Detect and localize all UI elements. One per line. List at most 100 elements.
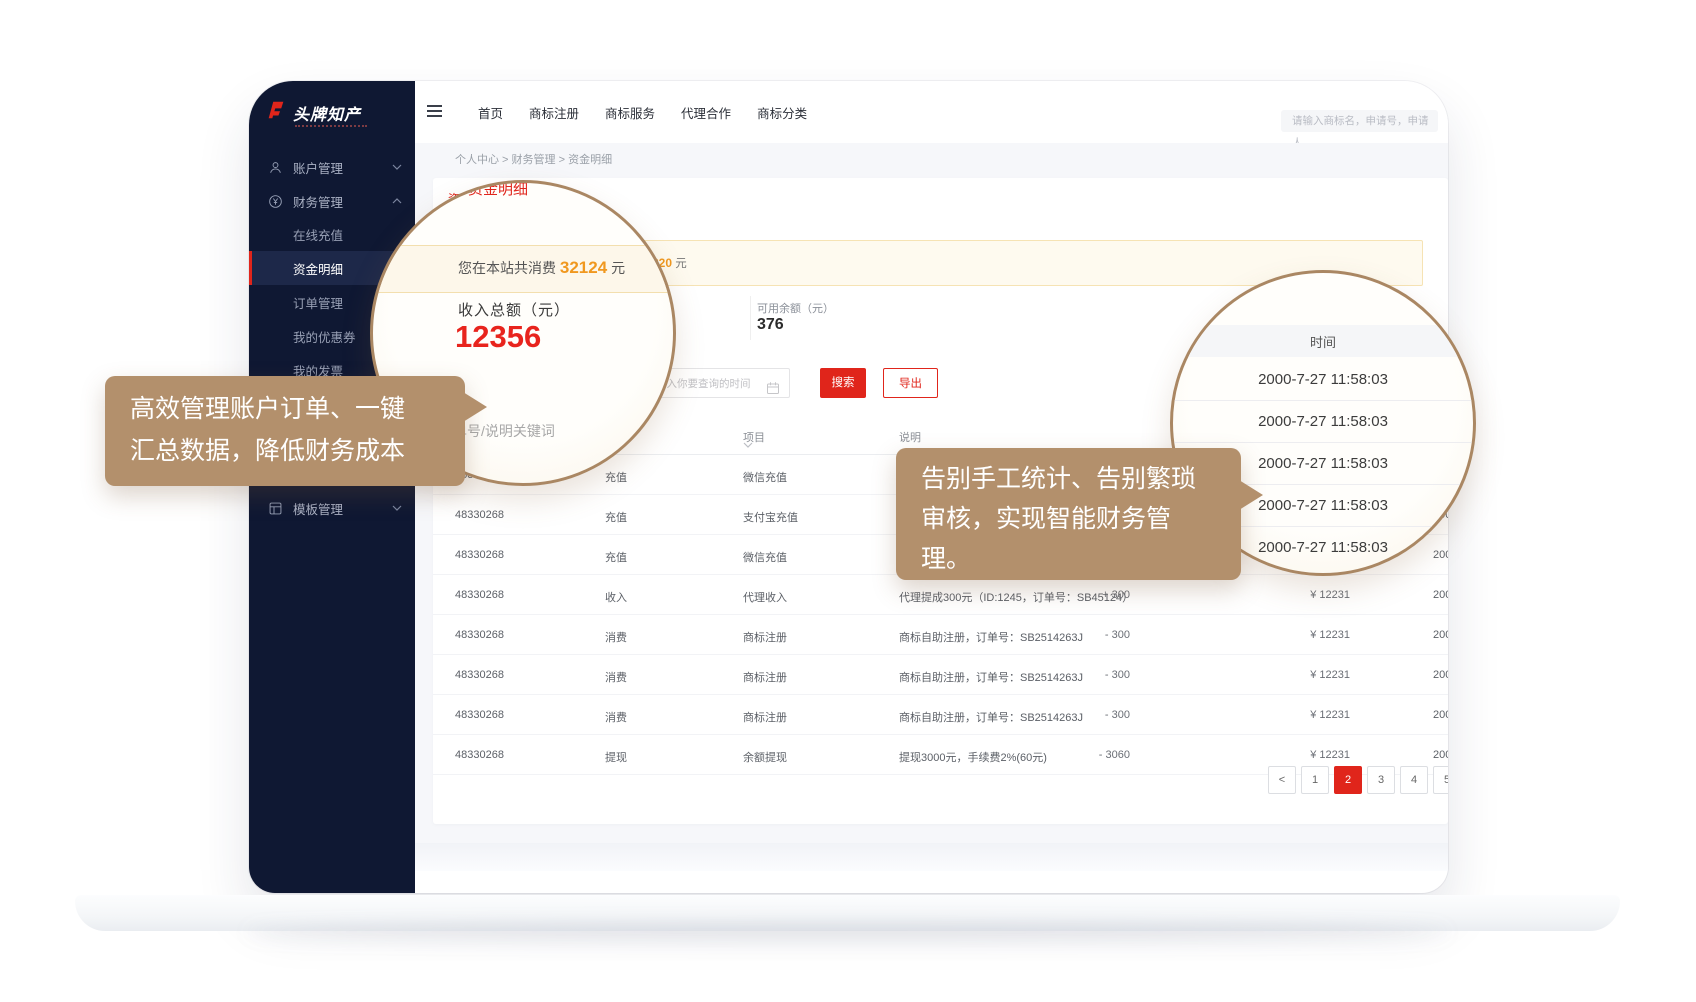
cell-balance: ¥ 12231 [1253, 749, 1350, 761]
cell-balance: ¥ 12231 [1253, 669, 1350, 681]
cell-time: 2000-7-27 11:58:03 [1433, 709, 1448, 721]
callout-arrow [463, 392, 487, 422]
callout-text-line: 审核，实现智能财务管 [921, 499, 1241, 539]
cell-order: 48330268 [455, 589, 504, 601]
cell-type: 收入 [605, 589, 627, 605]
callout-left: 高效管理账户订单、一键汇总数据，降低财务成本 [105, 376, 465, 486]
cell-project: 商标注册 [743, 669, 787, 685]
pagination: <12345 [433, 766, 1448, 792]
magnified-income-value: 12356 [455, 319, 541, 355]
table-row: 48330268收入代理收入代理提成300元（ID:1245，订单号：SB451… [433, 575, 1448, 615]
sidebar-item-label: 资金明细 [293, 259, 343, 278]
finance-icon [268, 194, 283, 209]
cell-type: 消费 [605, 629, 627, 645]
sidebar-item[interactable]: 模板管理 [249, 491, 415, 525]
cell-amount: - 300 [1053, 709, 1130, 721]
cell-order: 48330268 [455, 549, 504, 561]
top-navbar: 首页 商标注册 商标服务 代理合作 商标分类 请输入商标名，申请号，申请人 [415, 81, 1448, 143]
brand-logo: 头牌知产 [265, 99, 361, 126]
sidebar-item-label: 模板管理 [293, 499, 343, 518]
callout-text-line: 告别手工统计、告别繁琐 [921, 459, 1241, 499]
sort-icon [743, 442, 753, 448]
brand-logo-icon [265, 99, 287, 126]
magnified-time-value: 2000-7-27 11:58:03 [1173, 413, 1473, 430]
top-nav-items: 首页 商标注册 商标服务 代理合作 商标分类 [478, 81, 807, 143]
pagination-page[interactable]: 2 [1334, 766, 1362, 794]
magnified-banner-text: 您在本站共消费 32124 元 [458, 258, 625, 278]
cell-time: 2000-7-27 11:58:03 [1433, 589, 1448, 601]
pagination-page[interactable]: 1 [1301, 766, 1329, 794]
sidebar-item-label: 在线充值 [293, 225, 343, 244]
callout-text-line: 高效管理账户订单、一键 [130, 388, 465, 430]
cell-project: 余额提现 [743, 749, 787, 765]
table-row: 48330268消费商标注册商标自助注册，订单号：SB2514263J- 300… [433, 655, 1448, 695]
page-bottom-fade [415, 843, 1448, 871]
cell-project: 微信充值 [743, 549, 787, 565]
cell-balance: ¥ 12231 [1253, 709, 1350, 721]
balance-label: 可用余额（元） [757, 300, 834, 316]
cell-amount: - 3060 [1053, 749, 1130, 761]
pagination-page[interactable]: 3 [1367, 766, 1395, 794]
cell-order: 48330268 [455, 669, 504, 681]
chevron-up-icon [392, 198, 402, 204]
sidebar: 头牌知产 账户管理财务管理在线充值资金明细订单管理我的优惠券我的发票模板管理 [249, 81, 415, 893]
export-button[interactable]: 导出 [883, 368, 938, 398]
nav-item[interactable]: 代理合作 [681, 103, 731, 122]
cell-project: 代理收入 [743, 589, 787, 605]
cell-type: 充值 [605, 549, 627, 565]
cell-type: 充值 [605, 509, 627, 525]
cell-type: 充值 [605, 469, 627, 485]
calendar-icon [766, 377, 780, 391]
cell-project: 商标注册 [743, 709, 787, 725]
cell-type: 提现 [605, 749, 627, 765]
brand-logo-tagline [295, 125, 367, 127]
cell-project: 商标注册 [743, 629, 787, 645]
cell-time: 2000-7-27 11:58:03 [1433, 629, 1448, 641]
nav-item[interactable]: 商标服务 [605, 103, 655, 122]
cell-balance: ¥ 12231 [1253, 589, 1350, 601]
cell-desc: 提现3000元，手续费2%(60元) [899, 749, 1047, 765]
callout-text-line: 汇总数据，降低财务成本 [130, 430, 465, 472]
cell-amount: - 300 [1053, 629, 1130, 641]
pagination-page[interactable]: 4 [1400, 766, 1428, 794]
sidebar-item-label: 财务管理 [293, 192, 343, 211]
stats-divider [750, 296, 751, 340]
magnified-time-value: 2000-7-27 11:58:03 [1173, 371, 1473, 388]
table-header-cell: 说明 [899, 429, 921, 445]
template-icon [268, 501, 283, 516]
row-divider [1170, 400, 1476, 401]
nav-item[interactable]: 商标注册 [529, 103, 579, 122]
sidebar-item[interactable]: 账户管理 [249, 150, 415, 184]
cell-type: 消费 [605, 669, 627, 685]
cell-project: 微信充值 [743, 469, 787, 485]
pagination-page[interactable]: 5 [1433, 766, 1448, 794]
chevron-down-icon [392, 505, 402, 511]
sidebar-item-label: 订单管理 [293, 293, 343, 312]
chevron-down-icon [392, 164, 402, 170]
magnified-tab-fragment: 资金明细 [468, 180, 528, 199]
cell-order: 48330268 [455, 509, 504, 521]
cell-amount: - 300 [1053, 669, 1130, 681]
callout-right: 告别手工统计、告别繁琐审核，实现智能财务管理。 [896, 448, 1241, 580]
nav-item[interactable]: 首页 [478, 103, 503, 122]
cell-balance: ¥ 12231 [1253, 629, 1350, 641]
nav-item[interactable]: 商标分类 [757, 103, 807, 122]
cell-type: 消费 [605, 709, 627, 725]
table-header-cell[interactable]: 项目 [743, 429, 765, 445]
callout-text-line: 理。 [921, 539, 1241, 579]
hamburger-menu-icon[interactable] [427, 105, 442, 120]
trademark-search-input[interactable]: 请输入商标名，申请号，申请人 [1281, 110, 1438, 132]
cell-time: 2000-7-27 11:58:03 [1433, 749, 1448, 761]
search-button[interactable]: 搜索 [820, 368, 866, 398]
magnified-income-label: 收入总额（元） [458, 299, 570, 320]
row-divider [1170, 442, 1476, 443]
user-icon [268, 160, 283, 175]
cell-order: 48330268 [455, 749, 504, 761]
sidebar-item[interactable]: 财务管理 [249, 184, 415, 218]
cell-order: 48330268 [455, 709, 504, 721]
pagination-prev[interactable]: < [1268, 766, 1296, 794]
breadcrumb: 个人中心 > 财务管理 > 资金明细 [455, 143, 612, 177]
brand-logo-text: 头牌知产 [293, 101, 361, 125]
sidebar-item-label: 我的优惠券 [293, 327, 356, 346]
table-row: 48330268消费商标注册商标自助注册，订单号：SB2514263J- 300… [433, 695, 1448, 735]
